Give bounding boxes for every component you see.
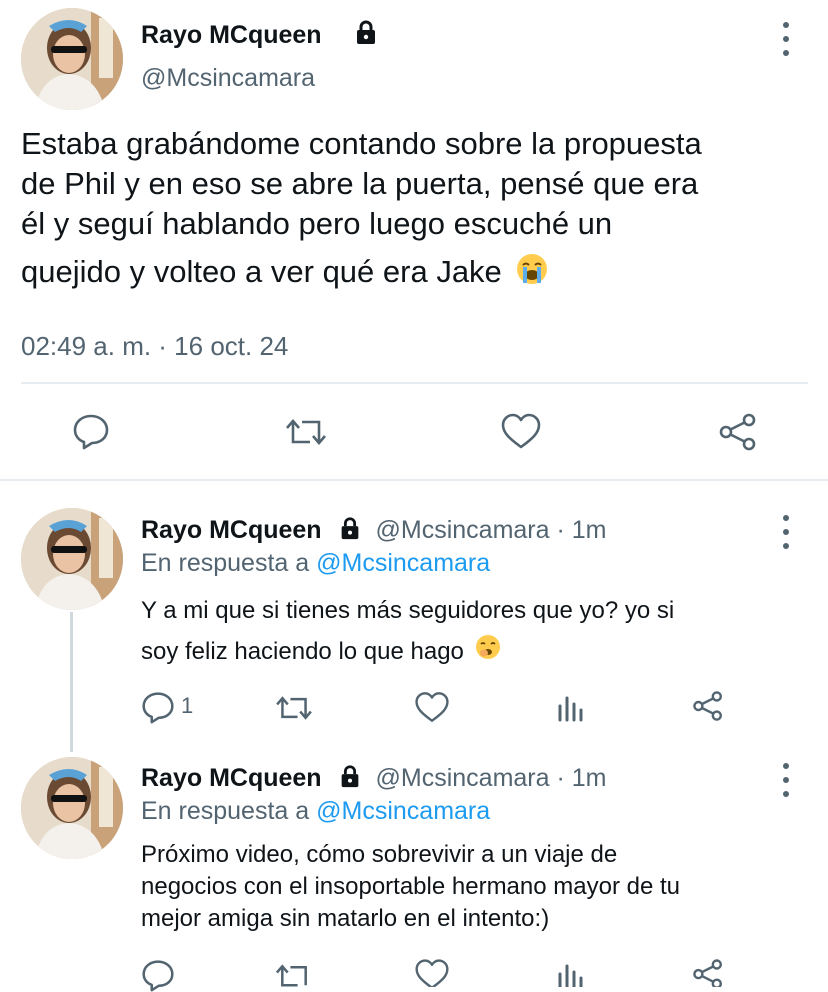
author-name[interactable]: Rayo MCqueen bbox=[141, 764, 322, 792]
reply-header: Rayo MCqueen @Mcsincamara · 1m bbox=[141, 762, 606, 794]
reply-icon[interactable] bbox=[72, 412, 110, 450]
lock-icon bbox=[337, 515, 363, 541]
reply-prefix: En respuesta a bbox=[141, 797, 310, 825]
section-divider bbox=[0, 479, 828, 481]
reply-to-link[interactable]: @Mcsincamara bbox=[316, 797, 490, 825]
avatar[interactable] bbox=[21, 508, 123, 610]
reply-context: En respuesta a @Mcsincamara bbox=[141, 795, 490, 827]
lock-icon bbox=[352, 18, 380, 46]
reply-text: Y a mi que si tienes más seguidores que … bbox=[141, 590, 811, 673]
share-icon[interactable] bbox=[692, 690, 724, 722]
author-name[interactable]: Rayo MCqueen bbox=[141, 516, 322, 544]
like-icon[interactable] bbox=[414, 690, 450, 724]
reply-header: Rayo MCqueen @Mcsincamara · 1m bbox=[141, 514, 606, 546]
reply-to-link[interactable]: @Mcsincamara bbox=[316, 549, 490, 577]
like-icon[interactable] bbox=[414, 958, 450, 987]
reply-prefix: En respuesta a bbox=[141, 549, 310, 577]
retweet-icon[interactable] bbox=[274, 692, 314, 724]
like-icon[interactable] bbox=[500, 412, 542, 450]
reply-text-line: soy feliz haciendo lo que hago bbox=[141, 638, 464, 665]
avatar[interactable] bbox=[21, 8, 123, 110]
author-handle[interactable]: @Mcsincamara bbox=[141, 63, 315, 93]
reply-context: En respuesta a @Mcsincamara bbox=[141, 547, 490, 579]
share-icon[interactable] bbox=[718, 412, 758, 452]
reply-icon[interactable] bbox=[141, 690, 175, 724]
lock-icon bbox=[337, 763, 363, 789]
reply-text-line: mejor amiga sin matarlo en el intento:) bbox=[141, 905, 550, 932]
analytics-icon[interactable] bbox=[556, 692, 586, 722]
tweet-text-line: Estaba grabándome contando sobre la prop… bbox=[21, 126, 702, 161]
author-handle[interactable]: @Mcsincamara bbox=[376, 764, 550, 792]
analytics-icon[interactable] bbox=[556, 960, 586, 987]
divider bbox=[21, 382, 808, 384]
reply-text-line: Próximo video, cómo sobrevivir a un viaj… bbox=[141, 841, 618, 868]
tweet-timestamp[interactable]: 02:49 a. m. · 16 oct. 24 bbox=[21, 330, 288, 362]
tweet-text-line: quejido y volteo a ver qué era Jake bbox=[21, 254, 502, 289]
reply-text: Próximo video, cómo sobrevivir a un viaj… bbox=[141, 839, 811, 935]
retweet-icon[interactable] bbox=[274, 960, 314, 987]
reply-count: 1 bbox=[181, 693, 194, 718]
reply-time[interactable]: · 1m bbox=[556, 764, 606, 792]
more-options-icon[interactable] bbox=[776, 763, 796, 797]
more-options-icon[interactable] bbox=[776, 515, 796, 549]
author-name[interactable]: Rayo MCqueen bbox=[141, 20, 322, 50]
tweet-text-line: él y seguí hablando pero luego escuché u… bbox=[21, 206, 613, 241]
author-handle[interactable]: @Mcsincamara bbox=[376, 516, 550, 544]
tweet-text-line: de Phil y en eso se abre la puerta, pens… bbox=[21, 166, 699, 201]
reply-time[interactable]: · 1m bbox=[556, 516, 606, 544]
avatar[interactable] bbox=[21, 757, 123, 859]
reply-text-line: Y a mi que si tienes más seguidores que … bbox=[141, 597, 675, 624]
more-options-icon[interactable] bbox=[776, 22, 796, 56]
retweet-icon[interactable] bbox=[284, 414, 328, 450]
yawning-face-icon bbox=[475, 632, 501, 673]
share-icon[interactable] bbox=[692, 958, 724, 987]
thread-line bbox=[70, 612, 73, 752]
tweet-text: Estaba grabándome contando sobre la prop… bbox=[21, 124, 821, 295]
reply-text-line: negocios con el insoportable hermano may… bbox=[141, 873, 680, 900]
loudly-crying-face-icon bbox=[516, 253, 548, 295]
